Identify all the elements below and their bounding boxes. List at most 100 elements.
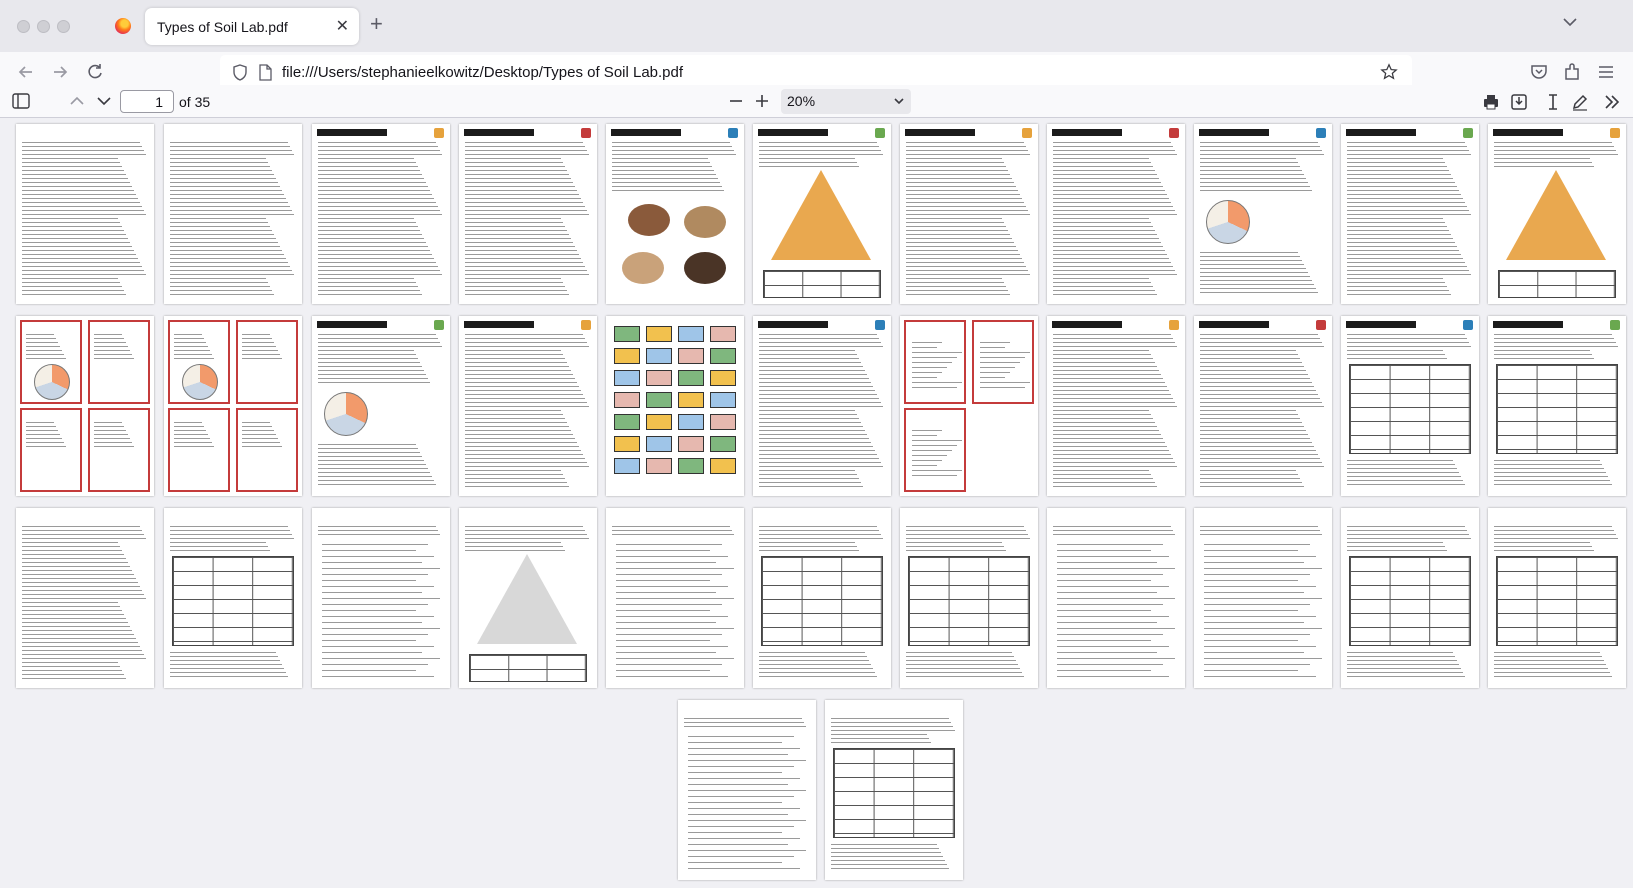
text-line <box>22 594 144 595</box>
bookmark-star-icon[interactable] <box>1380 63 1398 81</box>
page-thumbnail-1[interactable] <box>16 124 154 304</box>
text-line <box>1057 586 1169 587</box>
page-thumbnail-24[interactable] <box>164 508 302 688</box>
zoom-window-button[interactable] <box>57 20 70 33</box>
text-line <box>1347 234 1451 235</box>
more-tools-icon[interactable] <box>1602 92 1622 112</box>
page-thumbnail-23[interactable] <box>16 508 154 688</box>
page-thumbnail-6[interactable] <box>753 124 891 304</box>
close-icon[interactable]: ✕ <box>336 16 349 36</box>
text-line <box>1347 210 1469 211</box>
text-line <box>1347 278 1443 279</box>
text-line <box>906 166 1006 167</box>
text-line <box>318 182 426 183</box>
text-line <box>1347 154 1471 155</box>
page-thumbnail-17[interactable] <box>753 316 891 496</box>
diagram-box <box>710 326 736 342</box>
text-line <box>242 346 276 347</box>
page-thumbnail-3[interactable] <box>312 124 450 304</box>
text-line <box>465 142 583 143</box>
page-thumbnail-4[interactable] <box>459 124 597 304</box>
page-thumbnail-34[interactable] <box>678 700 816 880</box>
page-header-bar <box>317 129 387 136</box>
page-thumbnail-11[interactable] <box>1488 124 1626 304</box>
shield-icon[interactable] <box>232 64 248 81</box>
page-thumbnail-2[interactable] <box>164 124 302 304</box>
page-thumbnail-12[interactable] <box>16 316 154 496</box>
page-thumbnail-28[interactable] <box>753 508 891 688</box>
page-thumbnail-7[interactable] <box>900 124 1038 304</box>
minimize-window-button[interactable] <box>37 20 50 33</box>
page-thumbnail-27[interactable] <box>606 508 744 688</box>
text-line <box>759 430 865 431</box>
page-thumbnail-22[interactable] <box>1488 316 1626 496</box>
text-line <box>465 538 589 539</box>
text-line <box>1053 486 1157 487</box>
page-thumbnail-15[interactable] <box>459 316 597 496</box>
page-thumbnail-26[interactable] <box>459 508 597 688</box>
page-thumbnail-30[interactable] <box>1047 508 1185 688</box>
plus-icon[interactable]: + <box>370 13 383 35</box>
zoom-select[interactable]: 20% <box>781 89 911 114</box>
zoom-out-icon[interactable] <box>727 92 745 110</box>
draw-pencil-icon[interactable] <box>1570 92 1590 112</box>
diagram-box <box>678 392 704 408</box>
page-thumbnail-35[interactable] <box>825 700 963 880</box>
text-line <box>318 370 424 371</box>
text-line <box>1200 478 1300 479</box>
page-thumbnail-14[interactable] <box>312 316 450 496</box>
question-card <box>168 408 230 492</box>
page-thumbnail-31[interactable] <box>1194 508 1332 688</box>
text-line <box>170 210 292 211</box>
page-thumbnail-29[interactable] <box>900 508 1038 688</box>
pdf-viewer[interactable] <box>0 118 1633 888</box>
pocket-icon[interactable] <box>1529 62 1549 82</box>
text-line <box>1204 592 1304 593</box>
text-line <box>465 394 583 395</box>
text-line <box>1053 186 1163 187</box>
page-thumbnail-20[interactable] <box>1194 316 1332 496</box>
zoom-in-icon[interactable] <box>753 92 771 110</box>
text-line <box>906 230 1008 231</box>
text-line <box>759 382 871 383</box>
previous-page-icon[interactable] <box>68 92 86 110</box>
page-thumbnail-8[interactable] <box>1047 124 1185 304</box>
text-line <box>170 550 270 551</box>
back-arrow-icon[interactable] <box>16 62 36 82</box>
text-line <box>980 342 1010 343</box>
page-thumbnail-32[interactable] <box>1341 508 1479 688</box>
text-cursor-icon[interactable] <box>1543 92 1563 112</box>
page-thumbnail-25[interactable] <box>312 508 450 688</box>
forward-arrow-icon[interactable] <box>50 62 70 82</box>
menu-icon[interactable] <box>1596 62 1616 82</box>
page-number-input[interactable]: 1 <box>120 90 174 113</box>
chevron-down-icon[interactable] <box>1562 17 1578 27</box>
print-icon[interactable] <box>1481 92 1501 112</box>
sidebar-toggle-icon[interactable] <box>11 92 31 110</box>
reload-icon[interactable] <box>85 62 105 82</box>
text-line <box>465 342 587 343</box>
text-line <box>1057 616 1169 617</box>
page-thumbnail-18[interactable] <box>900 316 1038 496</box>
text-line <box>170 530 290 531</box>
save-icon[interactable] <box>1509 92 1529 112</box>
close-window-button[interactable] <box>17 20 30 33</box>
page-header-bar <box>1493 129 1563 136</box>
text-line <box>759 652 865 653</box>
text-line <box>318 338 438 339</box>
tab-active[interactable]: Types of Soil Lab.pdf ✕ <box>145 8 359 45</box>
page-thumbnail-16[interactable] <box>606 316 744 496</box>
text-line <box>1204 634 1310 635</box>
page-thumbnail-5[interactable] <box>606 124 744 304</box>
page-thumbnail-19[interactable] <box>1047 316 1185 496</box>
page-thumbnail-33[interactable] <box>1488 508 1626 688</box>
next-page-icon[interactable] <box>95 92 113 110</box>
page-thumbnail-10[interactable] <box>1341 124 1479 304</box>
page-thumbnail-21[interactable] <box>1341 316 1479 496</box>
page-thumbnail-13[interactable] <box>164 316 302 496</box>
extensions-icon[interactable] <box>1562 62 1582 82</box>
page-thumbnail-9[interactable] <box>1194 124 1332 304</box>
text-line <box>22 642 138 643</box>
text-line <box>22 650 142 651</box>
text-line <box>174 446 214 447</box>
